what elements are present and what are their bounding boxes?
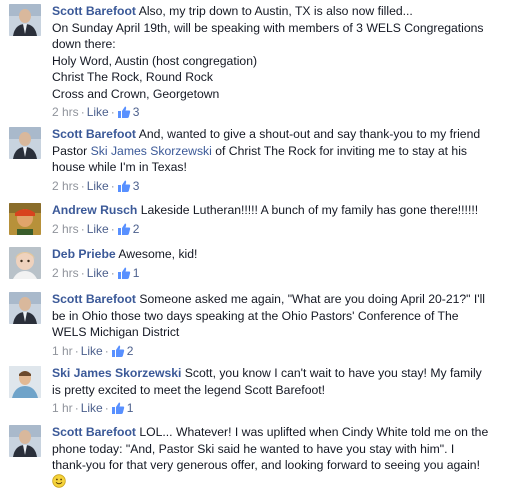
comment-text-line: Holy Word, Austin (host congregation): [52, 53, 258, 68]
comment-author[interactable]: Ski James Skorzewski: [52, 366, 181, 380]
comment-thread: Scott Barefoot Also, my trip down to Aus…: [0, 0, 532, 488]
avatar-ski-james-skorzewski[interactable]: [9, 366, 41, 398]
thumbs-up-icon: [111, 402, 124, 414]
like-count[interactable]: 3: [117, 105, 140, 119]
comment-timestamp[interactable]: 2 hrs: [52, 266, 79, 280]
deb-avatar-icon: [9, 247, 41, 279]
avatar-scott-barefoot[interactable]: [9, 425, 41, 457]
like-count-number: 3: [132, 178, 140, 193]
comment-author[interactable]: Scott Barefoot: [52, 292, 136, 306]
comment-text-fragment: Pastor: [52, 143, 91, 158]
mention-link[interactable]: Ski James Skorzewski: [91, 144, 212, 158]
like-count[interactable]: 2: [111, 343, 134, 358]
comment-text-line: LOL... Whatever! I was uplifted when Cin…: [139, 425, 489, 439]
comment-author[interactable]: Scott Barefoot: [52, 127, 136, 141]
scott-avatar-icon: [9, 127, 41, 159]
like-count[interactable]: 1: [111, 401, 134, 415]
like-count[interactable]: 1: [117, 265, 140, 280]
avatar-scott-barefoot[interactable]: [9, 4, 41, 36]
comment-text-line: Also, my trip down to Austin, TX is also…: [138, 4, 413, 18]
comment-timestamp[interactable]: 2 hrs: [52, 222, 79, 236]
avatar-andrew-rusch[interactable]: [9, 203, 41, 235]
comment-timestamp[interactable]: 1 hr: [52, 401, 73, 415]
comment-meta: 1 hr · Like · 2: [52, 343, 134, 358]
smile-emoticon-icon: [52, 473, 66, 488]
comment-text-line: house while I'm in Texas!: [52, 160, 187, 174]
comment-text-line: Scott, you know I can't wait to have you…: [184, 366, 482, 380]
comment-author[interactable]: Deb Priebe: [52, 247, 116, 261]
comment-meta: 2 hrs · Like · 2: [52, 221, 140, 236]
comment-text-line: WELS Michigan District: [52, 325, 180, 339]
comment-author[interactable]: Scott Barefoot: [52, 4, 136, 18]
thumbs-up-icon: [117, 106, 130, 118]
like-button[interactable]: Like: [81, 344, 103, 358]
andrew-avatar-icon: [9, 203, 41, 235]
comment-text-line: Cross and Crown, Georgetown: [52, 86, 220, 101]
like-count-number: 1: [132, 265, 140, 280]
comment-author[interactable]: Scott Barefoot: [52, 425, 136, 439]
comment-text-line: down there:: [52, 37, 116, 51]
like-count[interactable]: 2: [117, 221, 140, 236]
like-button[interactable]: Like: [87, 266, 109, 280]
comment-text-line: thank-you for that very generous offer, …: [52, 458, 480, 472]
comment-meta: 2 hrs · Like · 1: [52, 265, 140, 280]
comment-text-line: Lakeside Lutheran!!!!! A bunch of my fam…: [140, 203, 479, 217]
avatar-deb-priebe[interactable]: [9, 247, 41, 279]
like-count-number: 1: [126, 401, 134, 415]
comment-timestamp[interactable]: 2 hrs: [52, 105, 79, 119]
like-button[interactable]: Like: [81, 401, 103, 415]
comment-author[interactable]: Andrew Rusch: [52, 203, 137, 217]
avatar-scott-barefoot[interactable]: [9, 127, 41, 159]
comment-meta: 2 hrs · Like · 3: [52, 105, 140, 119]
scott-avatar-icon: [9, 425, 41, 457]
like-button[interactable]: Like: [87, 105, 109, 119]
comment-text-line: On Sunday April 19th, will be speaking w…: [52, 20, 484, 35]
comment-text-line: is pretty excited to meet the legend Sco…: [52, 382, 326, 397]
scott-avatar-icon: [9, 292, 41, 324]
comment-text-line: Awesome, kid!: [118, 247, 198, 261]
thumbs-up-icon: [117, 267, 130, 279]
comment-text-line: phone today: "And, Pastor Ski said he wa…: [52, 441, 455, 456]
ski-avatar-icon: [9, 366, 41, 398]
like-button[interactable]: Like: [87, 179, 109, 193]
comment-timestamp[interactable]: 2 hrs: [52, 179, 79, 193]
like-count-number: 2: [126, 343, 134, 358]
like-count-number: 2: [132, 221, 140, 236]
comment-text-line: Christ The Rock, Round Rock: [52, 70, 213, 84]
like-button[interactable]: Like: [87, 222, 109, 236]
comment-text-line: And, wanted to give a shout-out and say …: [138, 127, 481, 141]
comment-meta: 1 hr · Like · 1: [52, 401, 134, 415]
avatar-scott-barefoot[interactable]: [9, 292, 41, 324]
like-count[interactable]: 3: [117, 178, 140, 193]
scott-avatar-icon: [9, 4, 41, 36]
like-count-number: 3: [132, 105, 140, 119]
thumbs-up-icon: [111, 345, 124, 357]
thumbs-up-icon: [117, 223, 130, 235]
thumbs-up-icon: [117, 180, 130, 192]
comment-text-fragment: of Christ The Rock for inviting me to st…: [211, 143, 467, 158]
comment-timestamp[interactable]: 1 hr: [52, 344, 73, 358]
comment-text-line: Someone asked me again, "What are you do…: [139, 292, 486, 306]
comment-text-line: be in Ohio those two days speaking at th…: [52, 308, 459, 323]
comment-meta: 2 hrs · Like · 3: [52, 178, 140, 193]
